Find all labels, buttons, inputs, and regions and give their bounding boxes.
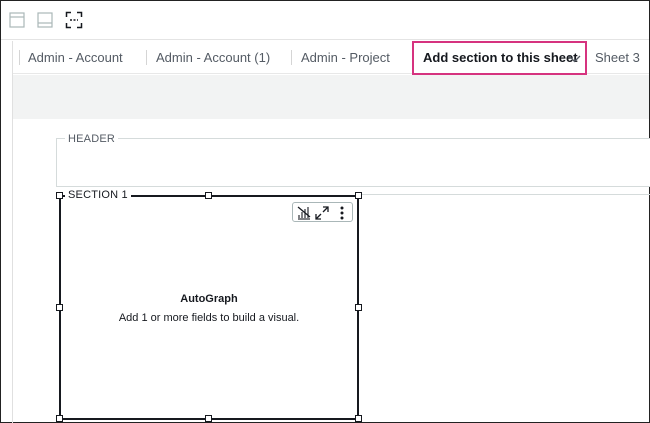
visual-toolbar [292, 202, 353, 222]
resize-handle-bottom-left[interactable] [56, 415, 63, 422]
expand-icon[interactable] [314, 205, 330, 221]
layout-header-icon[interactable] [8, 11, 26, 29]
resize-handle-left[interactable] [56, 304, 63, 311]
resize-handle-right[interactable] [355, 304, 362, 311]
tab-admin-account-1[interactable]: Admin - Account (1) [156, 41, 270, 74]
section-divider [359, 194, 650, 195]
resize-handle-top-right[interactable] [355, 192, 362, 199]
autograph-icon[interactable] [296, 205, 312, 221]
resize-handle-bottom[interactable] [205, 415, 212, 422]
resize-handle-bottom-right[interactable] [355, 415, 362, 422]
tab-sheet-3[interactable]: Sheet 3 [595, 41, 640, 74]
fit-to-screen-icon[interactable] [65, 11, 83, 29]
sheet-canvas-band [13, 75, 649, 119]
tab-add-section-label: Add section to this sheet [423, 50, 578, 65]
section-1-label: SECTION 1 [65, 188, 131, 202]
app-window: Admin - Account Admin - Account (1) Admi… [0, 0, 650, 423]
section-1-visual[interactable] [59, 195, 359, 420]
tab-divider [146, 50, 147, 65]
resize-handle-top[interactable] [205, 192, 212, 199]
tab-admin-account[interactable]: Admin - Account [28, 41, 123, 74]
header-label: HEADER [65, 132, 119, 146]
header-section[interactable] [56, 138, 650, 187]
chevron-down-icon[interactable] [568, 52, 581, 65]
layout-footer-icon[interactable] [36, 11, 54, 29]
tab-admin-project[interactable]: Admin - Project [301, 41, 390, 74]
tab-divider [291, 50, 292, 65]
visual-empty-message: Add 1 or more fields to build a visual. [118, 312, 300, 324]
tab-add-section[interactable]: Add section to this sheet [412, 41, 587, 75]
visual-title: AutoGraph [180, 293, 238, 305]
top-toolbar [1, 1, 649, 40]
tab-divider [19, 50, 20, 65]
more-options-icon[interactable] [334, 205, 350, 221]
resize-handle-top-left[interactable] [56, 192, 63, 199]
